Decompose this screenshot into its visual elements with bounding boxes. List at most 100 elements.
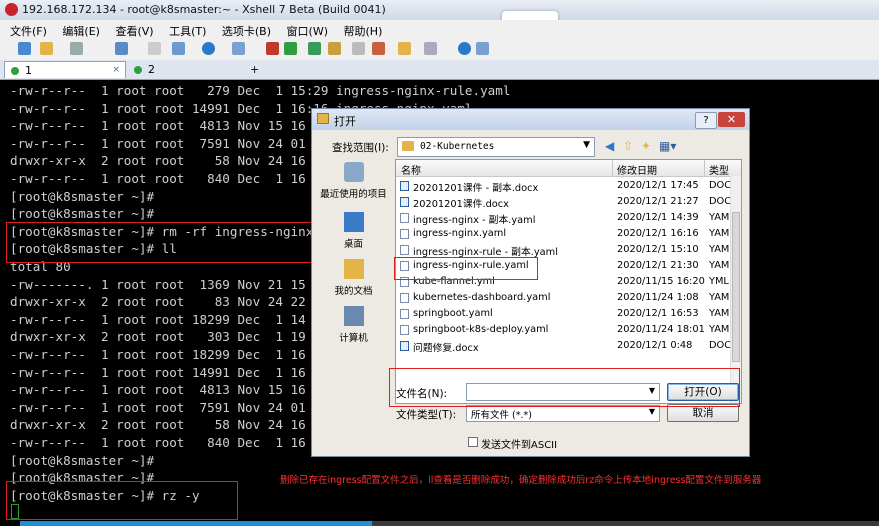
yaml-file-icon [400, 245, 409, 255]
word-document-icon [400, 181, 409, 191]
file-type: YML [709, 276, 729, 287]
menu-help[interactable]: 帮助(H) [344, 23, 383, 39]
file-row[interactable]: ingress-nginx-rule - 副本.yaml 2020/12/1 15… [396, 242, 732, 258]
ascii-checkbox[interactable] [468, 437, 478, 447]
disconnect-icon[interactable] [70, 42, 83, 55]
place-computer[interactable]: 计算机 [317, 303, 390, 351]
terminal-line: [root@k8smaster ~]# [10, 206, 155, 222]
session-tab-bar: 1 192.168.172.134 × 2 192.168.172.135 + [0, 60, 879, 94]
file-type: YAM [709, 324, 730, 335]
place-desktop[interactable]: 桌面 [317, 209, 390, 257]
menu-tools[interactable]: 工具(T) [169, 23, 206, 39]
dialog-title: 打开 [334, 115, 356, 128]
file-row[interactable]: springboot.yaml 2020/12/1 16:53 YAM [396, 306, 732, 322]
folder-icon [402, 141, 414, 151]
xftp-icon[interactable] [266, 42, 279, 55]
column-name[interactable]: 名称 [401, 162, 421, 177]
file-type: YAM [709, 244, 730, 255]
file-type-select[interactable]: 所有文件 (*.*) ▼ [466, 405, 660, 422]
tab-session-2[interactable]: 2 192.168.172.135 [128, 61, 246, 93]
column-date[interactable]: 修改日期 [617, 162, 657, 177]
file-name: ingress-nginx-rule - 副本.yaml [413, 247, 558, 258]
help-icon[interactable] [458, 42, 471, 55]
file-date: 2020/12/1 14:39 [617, 212, 699, 223]
terminal-line: -rw-r--r-- 1 root root 4813 Nov 15 16 [10, 118, 306, 134]
place-documents[interactable]: 我的文档 [317, 256, 390, 304]
close-button[interactable]: ✕ [718, 112, 745, 127]
place-recent[interactable]: 最近使用的项目 [317, 159, 390, 207]
highlight-selected-file [394, 257, 538, 280]
script-icon[interactable] [372, 42, 385, 55]
file-date: 2020/12/1 16:16 [617, 228, 699, 239]
column-type[interactable]: 类型 [709, 162, 729, 177]
new-folder-icon[interactable]: ✦ [641, 138, 651, 154]
terminal-line: -rw-r--r-- 1 root root 840 Dec 1 16 [10, 171, 306, 186]
file-type: YAM [709, 260, 730, 271]
chat-icon[interactable] [476, 42, 489, 55]
terminal-line: -rw-r--r-- 1 root root 4813 Nov 15 16 [10, 382, 306, 398]
video-progress-bar[interactable] [20, 521, 372, 526]
search-icon[interactable] [148, 42, 161, 55]
window-title: 192.168.172.134 - root@k8smaster:~ - Xsh… [22, 3, 386, 16]
terminal-line: -rw-r--r-- 1 root root 7591 Nov 24 01 [10, 135, 306, 151]
terminal-line: drwxr-xr-x 2 root root 303 Dec 1 19 [10, 329, 306, 345]
yaml-file-icon [400, 309, 409, 319]
open-folder-icon[interactable] [40, 42, 53, 55]
properties-icon[interactable] [115, 42, 128, 55]
connected-status-icon [134, 66, 142, 74]
menu-file[interactable]: 文件(F) [10, 23, 47, 39]
terminal-line: -rw-r--r-- 1 root root 14991 Dec 1 16 [10, 364, 306, 380]
view-menu-icon[interactable]: ▦▾ [659, 138, 676, 154]
desktop-icon [344, 212, 364, 232]
dialog-title-bar: 打开 ? ✕ [312, 109, 749, 130]
tutorial-annotation: 删除已存在ingress配置文件之后，ll查看是否删除成功，确定删除成功后rz命… [280, 475, 762, 486]
file-date: 2020/11/15 16:20 [617, 276, 705, 287]
scrollbar-thumb[interactable] [732, 212, 740, 362]
file-date: 2020/12/1 21:27 [617, 196, 699, 207]
file-row[interactable]: 问题修复.docx 2020/12/1 0:48 DOC [396, 338, 732, 354]
word-document-icon [400, 197, 409, 207]
menu-tabs[interactable]: 选项卡(B) [222, 23, 271, 39]
file-row[interactable]: kubernetes-dashboard.yaml 2020/11/24 1:08… [396, 290, 732, 306]
globe-icon[interactable] [202, 42, 215, 55]
file-list-header: 名称 修改日期 类型 [396, 160, 741, 177]
help-button[interactable]: ? [695, 112, 717, 129]
copy-icon[interactable] [172, 42, 185, 55]
back-icon[interactable]: ◀ [605, 138, 614, 154]
file-row[interactable]: springboot-k8s-deploy.yaml 2020/11/24 18:… [396, 322, 732, 338]
look-in-select[interactable]: 02-Kubernetes ▼ [397, 137, 595, 157]
menu-edit[interactable]: 编辑(E) [62, 23, 100, 39]
yaml-file-icon [400, 293, 409, 303]
recent-items-icon [344, 162, 364, 182]
file-row[interactable]: 20201201课件.docx 2020/12/1 21:27 DOC [396, 194, 732, 210]
menu-view[interactable]: 查看(V) [115, 23, 153, 39]
computer-icon [344, 306, 364, 326]
video-progress-remaining[interactable] [372, 521, 879, 526]
layout-icon[interactable] [398, 42, 411, 55]
column-divider [704, 160, 705, 176]
file-row[interactable]: 20201201课件 - 副本.docx 2020/12/1 17:45 DOC [396, 178, 732, 194]
menu-bar: 文件(F) 编辑(E) 查看(V) 工具(T) 选项卡(B) 窗口(W) 帮助(… [0, 20, 879, 38]
file-date: 2020/12/1 17:45 [617, 180, 699, 191]
column-divider [612, 160, 613, 176]
new-tab-button[interactable]: + [248, 61, 262, 78]
up-folder-icon[interactable]: ⇧ [623, 138, 633, 154]
file-type: YAM [709, 212, 730, 223]
fullscreen-icon[interactable] [308, 42, 321, 55]
file-row[interactable]: ingress-nginx - 副本.yaml 2020/12/1 14:39 YA… [396, 210, 732, 226]
yaml-file-icon [400, 325, 409, 335]
file-row[interactable]: ingress-nginx.yaml 2020/12/1 16:16 YAM [396, 226, 732, 242]
menu-window[interactable]: 窗口(W) [287, 23, 328, 39]
tab-session-1[interactable]: 1 192.168.172.134 × [4, 61, 126, 94]
tile-icon[interactable] [424, 42, 437, 55]
close-tab-icon[interactable]: × [112, 62, 120, 79]
file-date: 2020/12/1 15:10 [617, 244, 699, 255]
terminal-line: [root@k8smaster ~]# [10, 188, 155, 204]
keyboard-icon[interactable] [352, 42, 365, 55]
new-session-icon[interactable] [18, 42, 31, 55]
xmanager-icon[interactable] [284, 42, 297, 55]
font-icon[interactable] [232, 42, 245, 55]
yaml-file-icon [400, 229, 409, 239]
lock-icon[interactable] [328, 42, 341, 55]
connected-status-icon [11, 67, 19, 75]
